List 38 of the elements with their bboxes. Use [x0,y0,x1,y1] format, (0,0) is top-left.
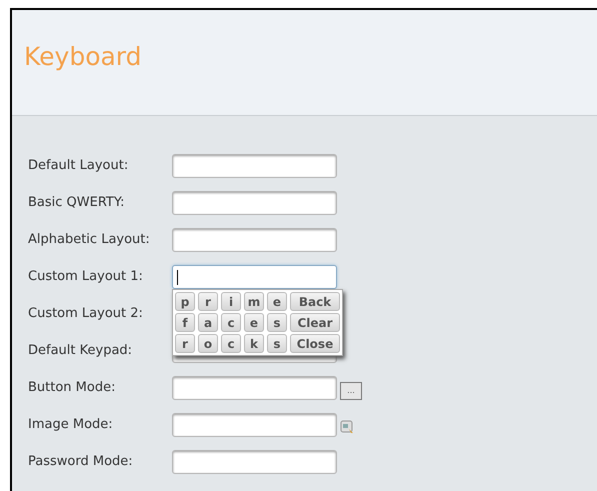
key-button[interactable]: k [244,334,264,353]
input-field[interactable] [172,265,337,289]
browse-button[interactable]: ... [340,382,362,400]
field-label: Basic QWERTY: [28,194,126,212]
input-field[interactable] [172,376,337,400]
field-label: Default Keypad: [28,342,134,360]
field-label: Custom Layout 2: [28,305,144,324]
key-button[interactable]: r [175,334,195,353]
page-title: Keyboard [24,42,142,71]
picture-icon[interactable] [340,420,354,434]
text-cursor [177,270,178,284]
key-button[interactable]: f [175,313,195,332]
input-field[interactable] [172,154,337,178]
action-key-button[interactable]: Close [290,334,340,353]
field-label: Default Layout: [28,157,130,176]
key-button[interactable]: i [221,292,241,311]
field-label: Password Mode: [28,453,134,472]
key-button[interactable]: e [244,313,264,332]
key-button[interactable]: c [221,334,241,353]
input-field[interactable] [172,191,337,215]
action-key-button[interactable]: Clear [290,313,340,332]
input-field[interactable] [172,228,337,252]
key-button[interactable]: a [198,313,218,332]
input-field[interactable] [172,413,337,437]
field-label: Image Mode: [28,416,114,434]
key-button[interactable]: p [175,292,195,311]
key-button[interactable]: m [244,292,264,311]
key-button[interactable]: r [198,292,218,311]
field-label: Button Mode: [28,379,116,398]
key-button[interactable]: o [198,334,218,353]
key-button[interactable]: e [267,292,287,311]
field-label: Alphabetic Layout: [28,231,151,250]
key-button[interactable]: c [221,313,241,332]
field-label: Custom Layout 1: [28,268,144,286]
action-key-button[interactable]: Back [290,292,340,311]
key-button[interactable]: s [267,334,287,353]
key-button[interactable]: s [267,313,287,332]
input-field[interactable] [172,450,337,474]
